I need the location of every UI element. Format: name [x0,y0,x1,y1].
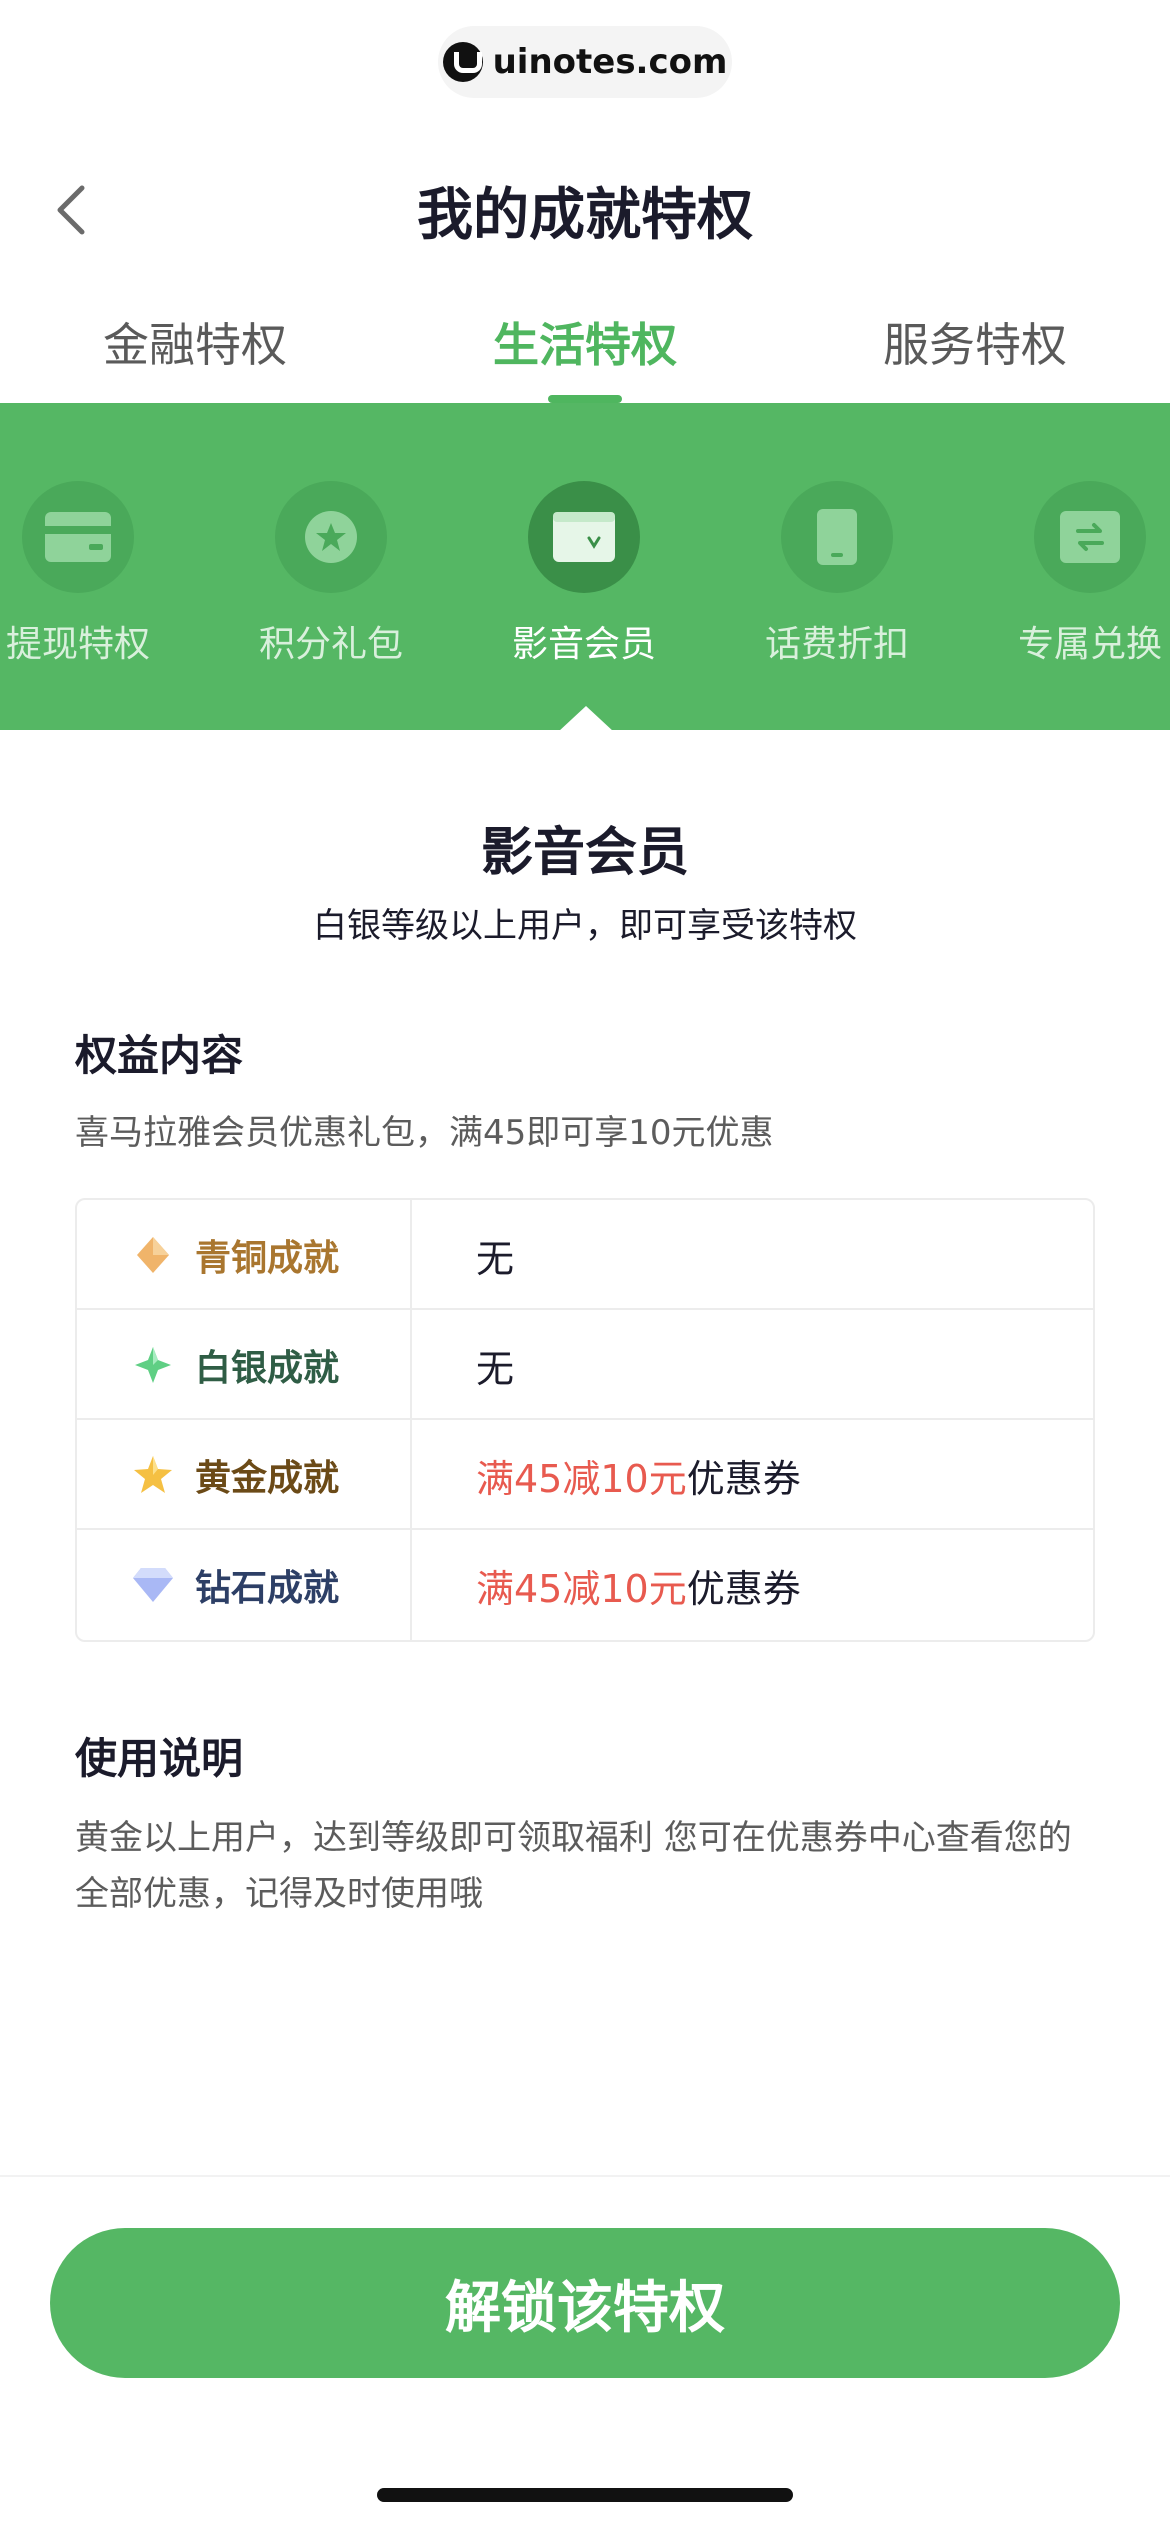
phone-icon [817,509,857,565]
level-name: 青铜成就 [195,1238,340,1279]
benefit-value: 无 [476,1236,515,1281]
privilege-item-points[interactable]: 积分礼包 [241,481,421,667]
selected-pointer [558,706,614,732]
silver-star-icon [131,1343,175,1387]
table-row: 青铜成就 无 [77,1200,1093,1310]
benefit-value: 无 [476,1346,515,1391]
tab-life[interactable]: 生活特权 [390,295,780,403]
unlock-privilege-button[interactable]: 解锁该特权 [50,2228,1120,2378]
usage-heading: 使用说明 [75,1734,244,1783]
watermark-text: uinotes.com [492,42,728,82]
usage-description: 黄金以上用户，达到等级即可领取福利 您可在优惠券中心查看您的全部优惠，记得及时使… [75,1818,1072,1914]
detail-title: 影音会员 [480,823,689,883]
footer-divider [0,2175,1170,2177]
privilege-item-withdraw[interactable]: 提现特权 [0,481,168,667]
benefit-value: 满45减10元 优惠券 [476,1456,801,1501]
privilege-item-video-member[interactable]: 影音会员 [494,481,674,667]
level-name: 白银成就 [195,1348,340,1389]
card-icon [45,512,111,562]
home-indicator [377,2488,793,2502]
table-row: 黄金成就 满45减10元 优惠券 [77,1420,1093,1530]
bronze-diamond-icon [131,1233,175,1277]
privilege-label: 提现特权 [5,624,150,665]
category-tabs: 金融特权 生活特权 服务特权 [0,295,1170,403]
table-row: 钻石成就 满45减10元 优惠券 [77,1530,1093,1640]
benefits-description: 喜马拉雅会员优惠礼包，满45即可享10元优惠 [75,1113,774,1153]
privilege-label: 话费折扣 [764,624,909,665]
video-member-icon [553,512,615,562]
benefits-heading: 权益内容 [75,1031,244,1080]
watermark: uinotes.com [438,26,732,98]
privilege-label: 积分礼包 [258,624,403,665]
benefit-value: 满45减10元 优惠券 [476,1566,801,1611]
nav-bar: 我的成就特权 [0,150,1170,270]
exchange-icon [1060,511,1120,563]
diamond-icon [131,1563,175,1607]
star-badge-icon [305,511,357,563]
uinotes-logo-icon [442,42,483,82]
gold-star-icon [131,1453,175,1497]
level-name: 黄金成就 [195,1458,340,1499]
tab-finance[interactable]: 金融特权 [0,295,390,403]
privilege-item-phone-discount[interactable]: 话费折扣 [747,481,927,667]
detail-subtitle: 白银等级以上用户，即可享受该特权 [313,906,857,946]
page-title: 我的成就特权 [417,183,753,248]
benefits-table: 青铜成就 无 白银成就 无 黄金成就 满45减10元 优惠券 钻石成就 满45减… [75,1198,1095,1642]
privilege-label: 专属兑换 [1017,624,1162,665]
privilege-item-exchange[interactable]: 专属兑换 [1000,481,1170,667]
privilege-label: 影音会员 [511,624,656,665]
privilege-carousel: 提现特权 积分礼包 影音会员 话费折扣 专属兑换 [0,403,1170,730]
tab-service[interactable]: 服务特权 [780,295,1170,403]
table-row: 白银成就 无 [77,1310,1093,1420]
level-name: 钻石成就 [195,1568,340,1609]
